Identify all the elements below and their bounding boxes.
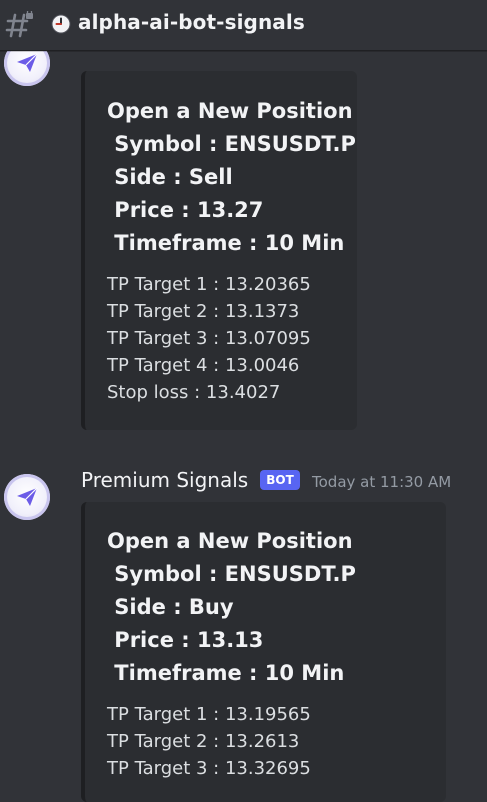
- message-timestamp[interactable]: Today at 11:30 AM: [312, 473, 451, 491]
- embed-field-side: Side : Buy: [107, 595, 234, 619]
- embed-target-line: TP Target 3 : 13.07095: [107, 328, 311, 349]
- embed-field-price: Price : 13.27: [107, 198, 264, 222]
- embed-title: Open a New Position: [107, 99, 353, 123]
- embed-field-symbol: Symbol : ENSUSDT.P: [107, 562, 356, 586]
- send-icon: [17, 487, 38, 506]
- channel-name[interactable]: alpha-ai-bot-signals: [78, 10, 305, 34]
- text-channel-hash-icon: [5, 11, 33, 38]
- bot-badge: BOT: [260, 470, 300, 490]
- embed-target-line: TP Target 4 : 13.0046: [107, 355, 300, 376]
- message-author[interactable]: Premium Signals: [81, 468, 248, 492]
- send-icon: [17, 53, 38, 72]
- embed-target-line: TP Target 2 : 13.1373: [107, 301, 300, 322]
- embed-field-symbol: Symbol : ENSUSDT.P: [107, 132, 356, 156]
- bot-avatar[interactable]: [4, 474, 50, 520]
- signal-embed: Open a New Position Symbol : ENSUSDT.P S…: [81, 502, 446, 802]
- embed-target-line: TP Target 3 : 13.32695: [107, 758, 311, 779]
- embed-stoploss-line: Stop loss : 13.4027: [107, 382, 281, 403]
- embed-field-timeframe: Timeframe : 10 Min: [107, 231, 345, 255]
- clock-icon: [51, 14, 71, 34]
- signal-embed: Open a New Position Symbol : ENSUSDT.P S…: [81, 71, 357, 430]
- embed-field-price: Price : 13.13: [107, 628, 264, 652]
- embed-target-line: TP Target 1 : 13.19565: [107, 704, 311, 725]
- embed-title: Open a New Position: [107, 529, 353, 553]
- embed-target-line: TP Target 2 : 13.2613: [107, 731, 300, 752]
- embed-target-line: TP Target 1 : 13.20365: [107, 274, 311, 295]
- channel-header: alpha-ai-bot-signals: [0, 0, 487, 51]
- embed-field-timeframe: Timeframe : 10 Min: [107, 661, 345, 685]
- embed-field-side: Side : Sell: [107, 165, 233, 189]
